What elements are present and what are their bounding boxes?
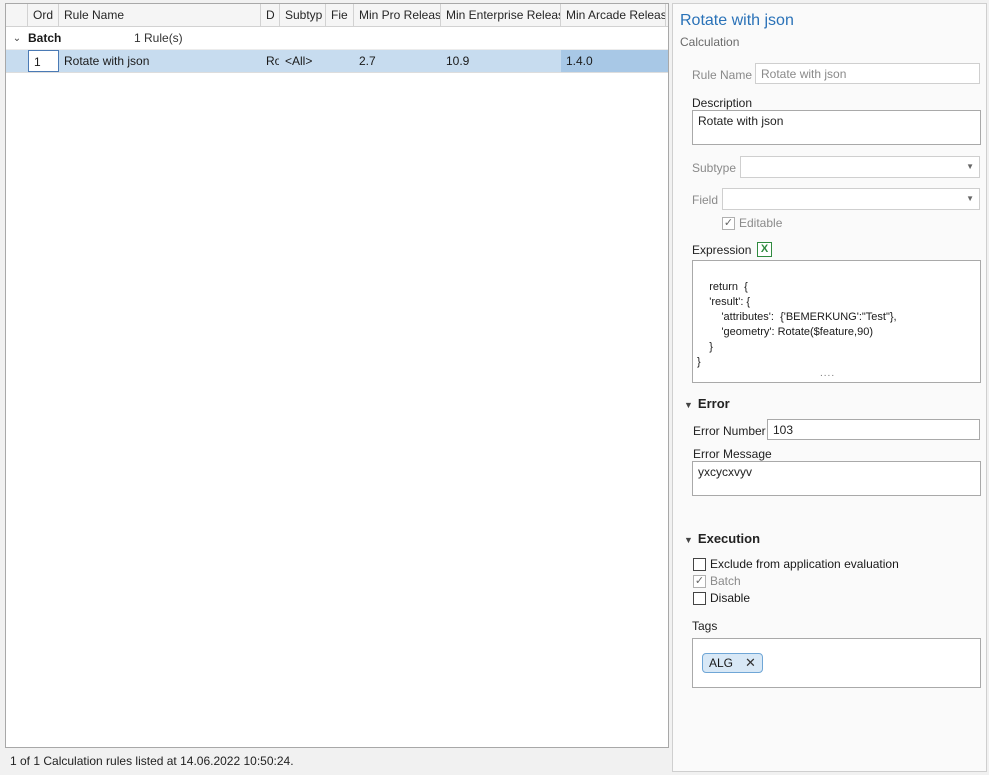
description-label: Description <box>692 96 753 110</box>
description-input[interactable]: Rotate with json <box>692 110 981 145</box>
expression-label: Expression <box>692 243 752 257</box>
col-header-field[interactable]: Fie <box>326 4 354 26</box>
cell-subtype[interactable]: <All> <box>280 50 326 72</box>
batch-label: Batch <box>710 574 741 588</box>
close-icon[interactable]: ✕ <box>745 655 756 671</box>
error-section-header[interactable]: ▼ Error <box>684 396 730 411</box>
cell-field[interactable] <box>326 50 354 72</box>
cell-min-pro[interactable]: 2.7 <box>354 50 441 72</box>
execution-section-header[interactable]: ▼ Execution <box>684 531 760 546</box>
col-header-min-pro[interactable]: Min Pro Releas <box>354 4 441 26</box>
cell-min-arcade[interactable]: 1.4.0 <box>561 50 666 72</box>
resize-grip-icon[interactable]: .... <box>820 366 835 381</box>
exclude-checkbox[interactable]: Exclude from application evaluation <box>693 557 899 571</box>
row-selector[interactable] <box>6 50 28 72</box>
expression-text: return { 'result': { 'attributes': {'BEM… <box>697 281 897 368</box>
subtype-label: Subtype <box>692 161 737 175</box>
field-label: Field <box>692 193 719 207</box>
group-name: Batch <box>28 31 62 45</box>
detail-subtitle: Calculation <box>680 35 740 49</box>
col-header-ord[interactable]: Ord <box>28 4 59 26</box>
tags-input[interactable]: ALG ✕ <box>692 638 981 688</box>
disable-checkbox[interactable]: Disable <box>693 591 750 605</box>
col-header-min-enterprise[interactable]: Min Enterprise Releas <box>441 4 561 26</box>
col-header-select[interactable] <box>6 4 28 26</box>
detail-title: Rotate with json <box>680 12 794 29</box>
tag-chip[interactable]: ALG ✕ <box>702 653 763 673</box>
grid-header: Ord Rule Name D Subtyp Fie Min Pro Relea… <box>6 4 668 27</box>
error-message-input[interactable]: yxcycxvyv <box>692 461 981 496</box>
excel-icon[interactable]: X <box>757 242 772 257</box>
table-row[interactable]: 1 Rotate with json Ro <All> 2.7 10.9 1.4… <box>6 50 668 73</box>
check-icon: ✓ <box>722 216 735 230</box>
field-dropdown[interactable]: ▼ <box>722 188 980 210</box>
editable-checkbox[interactable]: ✓ Editable <box>722 216 782 230</box>
cell-filler <box>666 50 668 72</box>
chevron-down-icon[interactable]: ⌄ <box>6 33 28 44</box>
execution-section-title: Execution <box>697 531 761 546</box>
col-header-description[interactable]: D <box>261 4 280 26</box>
error-section-title: Error <box>697 396 730 411</box>
editable-label: Editable <box>739 216 783 230</box>
expression-editor[interactable]: return { 'result': { 'attributes': {'BEM… <box>692 260 981 383</box>
batch-checkbox[interactable]: ✓ Batch <box>693 574 741 588</box>
col-header-subtype[interactable]: Subtyp <box>280 4 326 26</box>
rule-name-input[interactable]: Rotate with json <box>755 63 980 84</box>
col-header-rule-name[interactable]: Rule Name <box>59 4 261 26</box>
error-number-label: Error Number <box>693 424 766 438</box>
rule-name-label: Rule Name <box>692 68 753 82</box>
cell-description[interactable]: Ro <box>261 50 280 72</box>
tags-label: Tags <box>692 619 718 633</box>
disable-label: Disable <box>710 591 751 605</box>
error-number-input[interactable]: 103 <box>767 419 980 440</box>
chevron-down-icon: ▼ <box>966 194 974 203</box>
col-header-min-arcade[interactable]: Min Arcade Releas <box>561 4 666 26</box>
status-text: 1 of 1 Calculation rules listed at 14.06… <box>10 754 294 768</box>
cell-rule-name[interactable]: Rotate with json <box>59 50 261 72</box>
check-icon: ✓ <box>693 574 706 588</box>
chevron-down-icon: ▼ <box>684 535 693 545</box>
rules-grid[interactable]: Ord Rule Name D Subtyp Fie Min Pro Relea… <box>5 3 669 748</box>
rule-detail-panel: Rotate with json Calculation Rule Name R… <box>672 3 987 772</box>
subtype-dropdown[interactable]: ▼ <box>740 156 980 178</box>
chevron-down-icon: ▼ <box>684 400 693 410</box>
cell-min-enterprise[interactable]: 10.9 <box>441 50 561 72</box>
tag-label: ALG <box>709 656 734 670</box>
chevron-down-icon: ▼ <box>966 162 974 171</box>
group-row-batch[interactable]: ⌄ Batch 1 Rule(s) <box>6 27 668 50</box>
exclude-label: Exclude from application evaluation <box>710 557 899 571</box>
error-message-label: Error Message <box>693 447 772 461</box>
cell-ord[interactable]: 1 <box>28 50 59 72</box>
group-count: 1 Rule(s) <box>134 31 183 45</box>
